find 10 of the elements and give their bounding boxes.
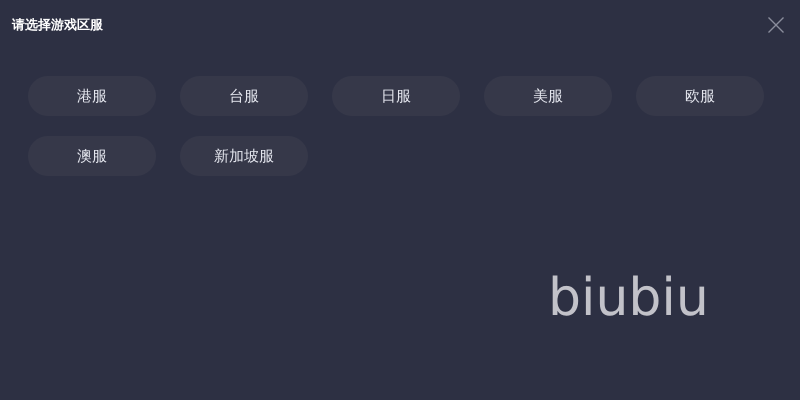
server-button[interactable]: 台服 xyxy=(180,76,308,116)
server-button[interactable]: 澳服 xyxy=(28,136,156,176)
server-button[interactable]: 欧服 xyxy=(636,76,764,116)
server-button[interactable]: 新加坡服 xyxy=(180,136,308,176)
server-button[interactable]: 日服 xyxy=(332,76,460,116)
window-title: 请选择游戏区服 xyxy=(12,17,103,34)
server-button[interactable]: 港服 xyxy=(28,76,156,116)
close-icon[interactable] xyxy=(768,17,784,33)
server-button[interactable]: 美服 xyxy=(484,76,612,116)
logo: biubiu xyxy=(548,272,709,324)
